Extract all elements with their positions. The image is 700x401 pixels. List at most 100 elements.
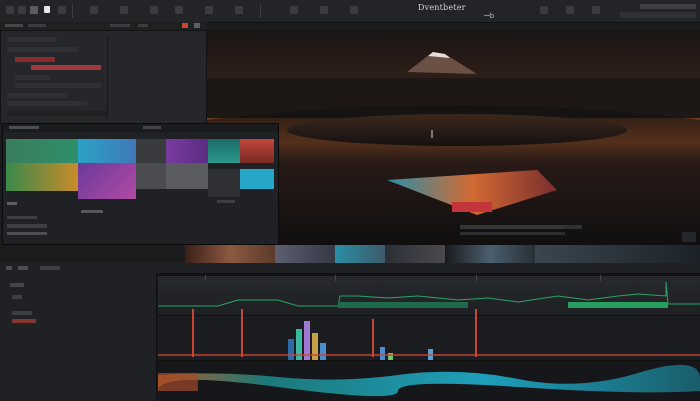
clip-thumbnail[interactable]	[275, 245, 335, 263]
expand-icon[interactable]	[682, 232, 696, 242]
filmstrip[interactable]	[185, 245, 700, 263]
track-headers	[0, 273, 159, 400]
transform-icon[interactable]	[150, 6, 158, 14]
clip-thumbnail[interactable]	[185, 245, 275, 263]
color-grade-panel	[2, 123, 279, 245]
search-input[interactable]	[620, 12, 696, 18]
document-icon[interactable]	[44, 6, 50, 13]
sound-tab[interactable]	[138, 24, 148, 27]
timecode-label	[40, 266, 60, 270]
list-item[interactable]	[15, 83, 101, 88]
selected-list-item[interactable]	[31, 65, 101, 70]
list-item[interactable]	[15, 57, 55, 62]
music-waveform	[158, 364, 700, 397]
list-item[interactable]	[15, 75, 50, 80]
clip-thumbnail[interactable]	[385, 245, 445, 263]
clip-thumbnail[interactable]	[166, 163, 208, 189]
audio-peak	[312, 333, 318, 361]
viewer-info-row	[460, 232, 565, 235]
media-pool-panel	[0, 30, 207, 124]
share-icon[interactable]	[566, 6, 574, 14]
panel-header	[3, 124, 278, 132]
option-row[interactable]	[7, 224, 47, 228]
clip-thumbnail[interactable]	[136, 163, 166, 189]
timecode-icon	[6, 266, 12, 270]
audio-icon[interactable]	[205, 6, 213, 14]
layers-icon[interactable]	[290, 6, 298, 14]
play-icon[interactable]	[175, 6, 183, 14]
clip-thumbnail[interactable]	[136, 139, 166, 163]
grid-icon[interactable]	[90, 6, 98, 14]
clip-thumbnail[interactable]	[240, 139, 274, 163]
audio-peak	[288, 339, 294, 361]
app-title: Dventbeter	[418, 3, 466, 12]
option-row[interactable]	[7, 216, 37, 219]
clip-thumbnail[interactable]	[166, 139, 208, 163]
timeline-panel[interactable]	[0, 263, 700, 401]
record-icon[interactable]	[30, 6, 38, 14]
export-icon[interactable]	[350, 6, 358, 14]
list-item[interactable]	[7, 101, 87, 106]
track-label	[10, 283, 24, 287]
track-label	[12, 295, 22, 299]
timeline-marker[interactable]	[372, 319, 374, 357]
option-row[interactable]	[7, 232, 47, 235]
timecode-label	[18, 266, 28, 270]
playhead[interactable]	[475, 309, 477, 357]
top-toolbar: Dventbeter ꟷb	[0, 0, 700, 23]
clip-thumbnail[interactable]	[6, 139, 78, 163]
app-logo-mark: ꟷb	[484, 12, 495, 20]
list-item[interactable]	[7, 111, 107, 116]
music-track[interactable]	[158, 360, 700, 401]
clip-thumbnail[interactable]	[535, 245, 700, 263]
list-item[interactable]	[7, 93, 67, 98]
panel-label	[7, 202, 17, 205]
clip-thumbnail[interactable]	[208, 139, 240, 163]
effects-tab[interactable]	[28, 24, 46, 27]
settings-icon[interactable]	[235, 6, 243, 14]
viewer-frame	[207, 30, 700, 245]
clip-thumbnail[interactable]	[240, 169, 274, 189]
red-indicator[interactable]	[182, 23, 188, 28]
toolbar-divider	[72, 4, 73, 18]
layout-icon[interactable]	[58, 6, 66, 14]
clip-thumbnail[interactable]	[335, 245, 385, 263]
shoreline-shadow	[207, 105, 700, 245]
audio-peak	[320, 343, 326, 361]
timeline-marker[interactable]	[241, 309, 243, 357]
track-label	[12, 319, 36, 323]
media-pool-tab[interactable]	[5, 24, 23, 27]
panel-tab[interactable]	[9, 126, 39, 129]
clip-thumbnail[interactable]	[208, 169, 240, 197]
edit-index-tab[interactable]	[110, 24, 130, 27]
panel-title	[143, 126, 161, 129]
clip-thumbnail[interactable]	[78, 163, 136, 199]
clip-thumbnail[interactable]	[6, 163, 78, 191]
audio-peak	[296, 329, 302, 361]
search-icon[interactable]	[540, 6, 548, 14]
timeline-range-bar[interactable]	[158, 354, 700, 356]
tool-icon[interactable]	[18, 6, 26, 14]
window-controls[interactable]	[640, 4, 696, 9]
list-item[interactable]	[7, 47, 77, 52]
color-icon[interactable]	[320, 6, 328, 14]
toolbar-divider	[260, 4, 261, 18]
panel-label	[81, 210, 103, 213]
clip-thumbnail[interactable]	[78, 139, 136, 163]
option-row[interactable]	[217, 200, 235, 203]
fullscreen-icon[interactable]	[592, 6, 600, 14]
red-patch	[452, 202, 492, 212]
secondary-toolbar	[0, 22, 207, 30]
timeline-marker[interactable]	[192, 309, 194, 357]
track-waveform	[158, 281, 700, 308]
track-label	[12, 311, 32, 315]
list-item[interactable]	[7, 37, 57, 42]
scissors-icon[interactable]	[120, 6, 128, 14]
column-divider	[107, 37, 108, 119]
menu-icon[interactable]	[6, 6, 14, 14]
video-viewer[interactable]	[207, 30, 700, 245]
panel-option-icon[interactable]	[194, 23, 200, 28]
clip-thumbnail[interactable]	[445, 245, 535, 263]
video-track[interactable]	[158, 275, 700, 316]
viewer-info-row	[460, 225, 565, 229]
